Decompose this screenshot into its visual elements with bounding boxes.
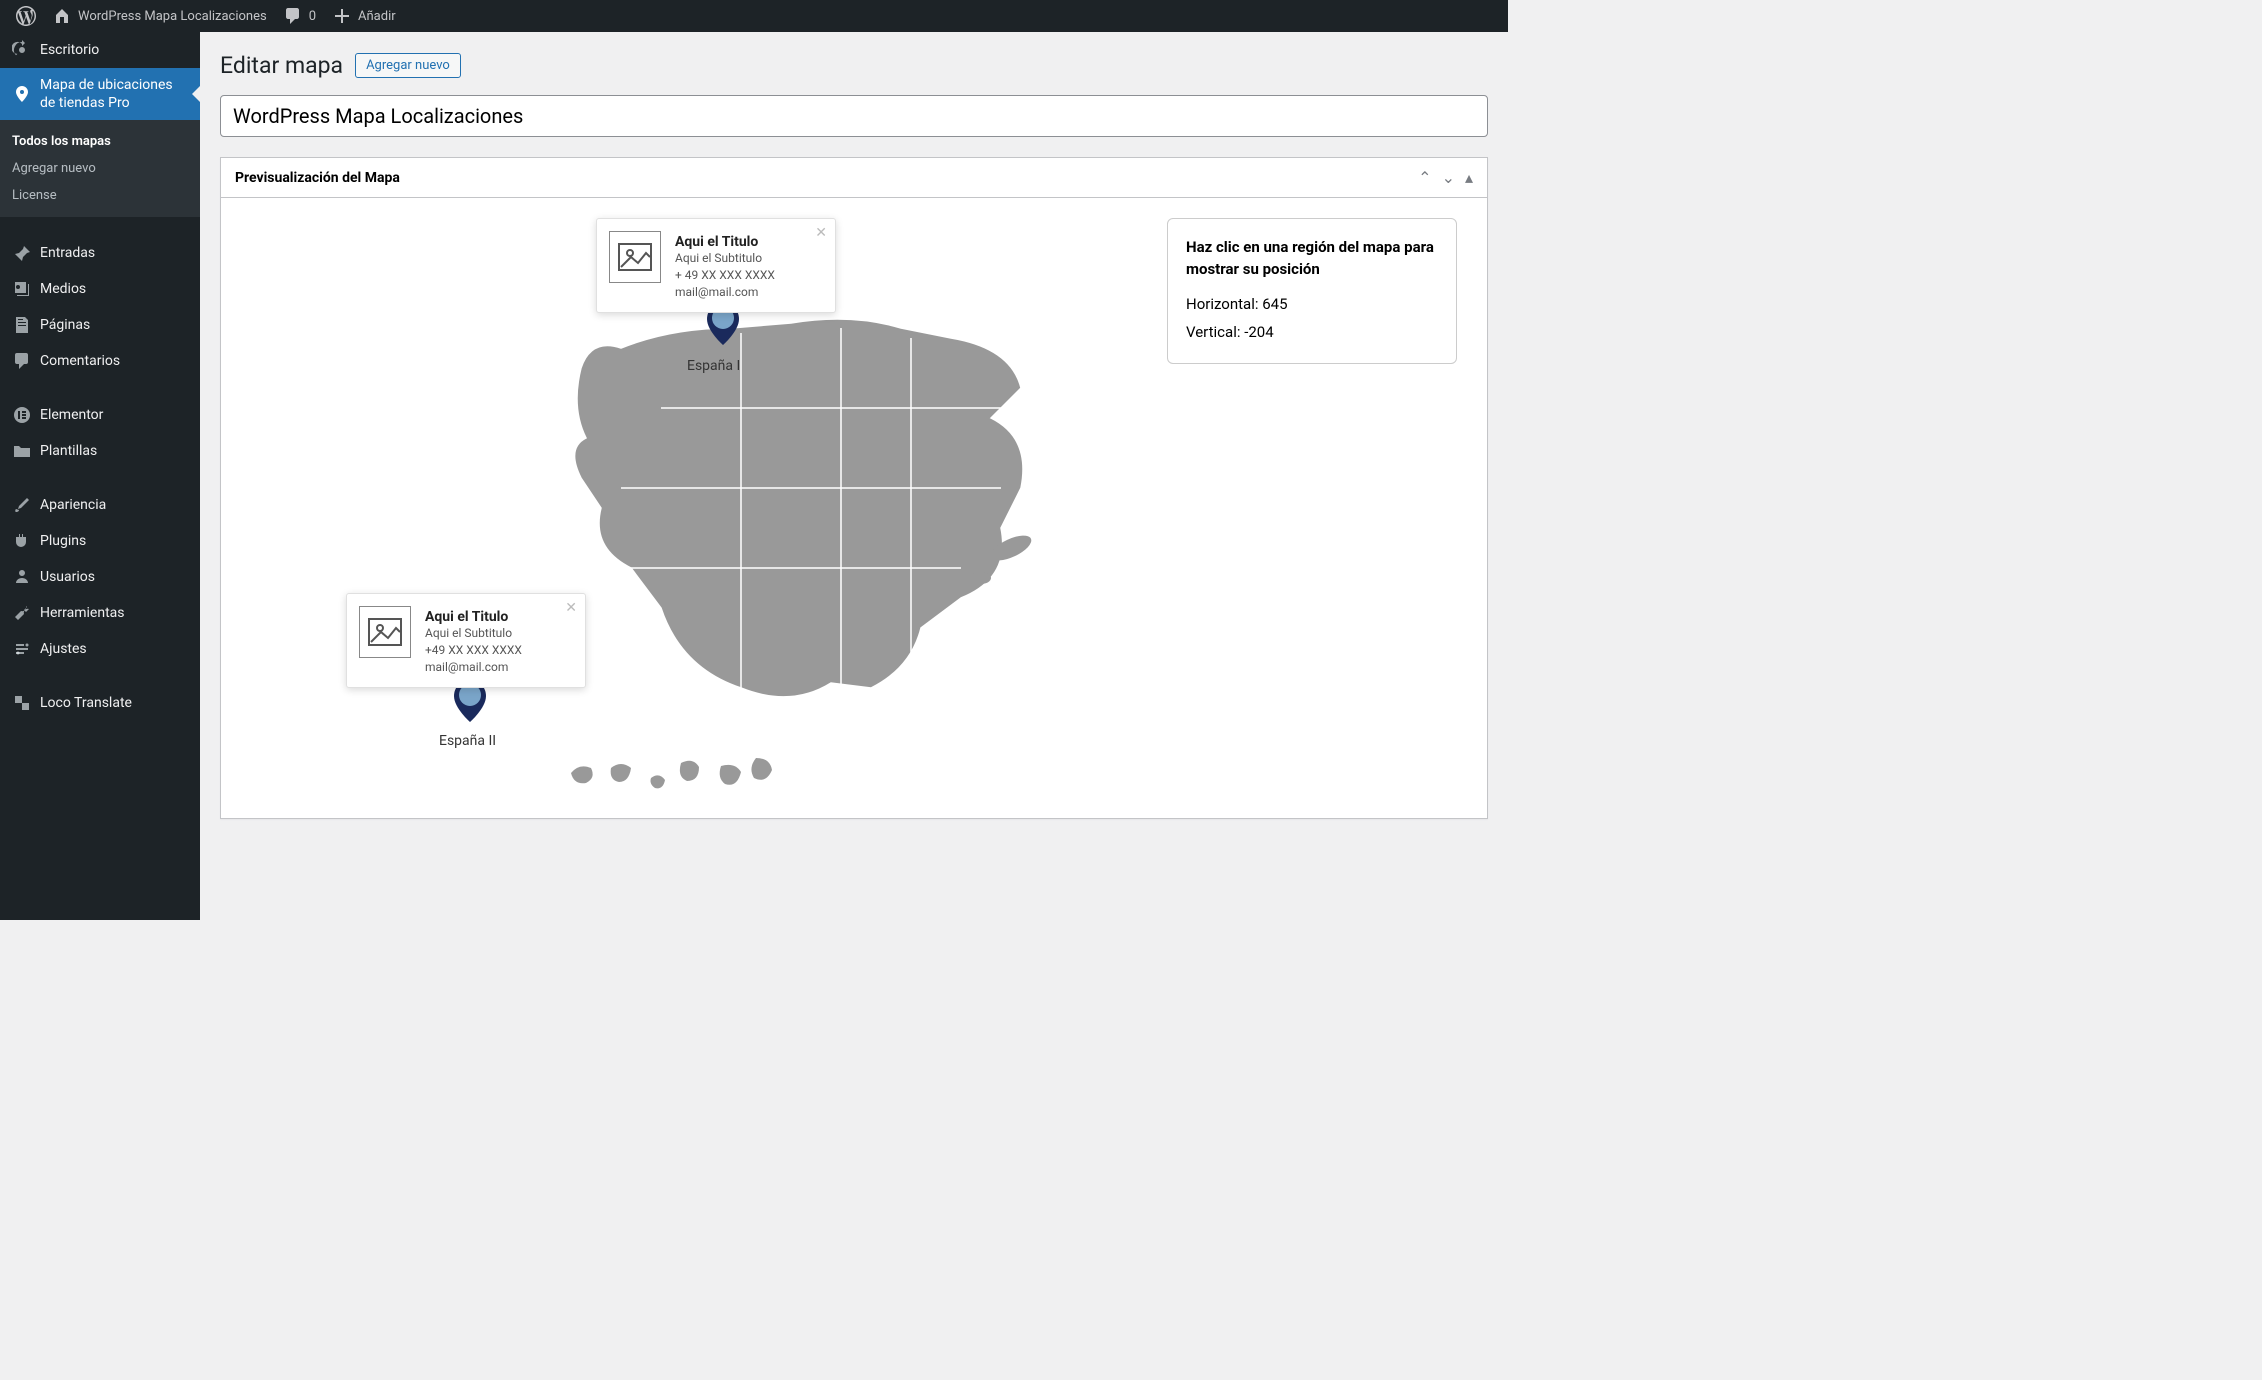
sidebar-item-label: Apariencia xyxy=(40,497,106,513)
location-icon xyxy=(12,84,32,104)
map-spain xyxy=(561,288,1041,728)
brush-icon xyxy=(12,495,32,515)
wp-logo[interactable] xyxy=(8,6,44,26)
sidebar-item-posts[interactable]: Entradas xyxy=(0,235,200,271)
elementor-icon xyxy=(12,405,32,425)
infobox-horizontal: Horizontal: 645 xyxy=(1186,295,1438,313)
close-icon[interactable]: ✕ xyxy=(565,600,577,616)
image-placeholder-icon xyxy=(359,606,411,658)
sidebar-item-label: Escritorio xyxy=(40,42,99,58)
add-new-link[interactable]: Añadir xyxy=(324,6,404,26)
sidebar-item-users[interactable]: Usuarios xyxy=(0,559,200,595)
add-new-label: Añadir xyxy=(358,9,396,24)
plus-icon xyxy=(332,6,352,26)
sidebar-item-plugins[interactable]: Plugins xyxy=(0,523,200,559)
folder-icon xyxy=(12,441,32,461)
sidebar-item-label: Páginas xyxy=(40,317,90,333)
popup-title: Aqui el Titulo xyxy=(425,609,508,625)
sidebar-item-tools[interactable]: Herramientas xyxy=(0,595,200,631)
wrench-icon xyxy=(12,603,32,623)
sidebar-item-label: Herramientas xyxy=(40,605,125,621)
map-canary xyxy=(561,738,781,808)
popup-phone: + 49 XX XXX XXXX xyxy=(675,267,775,284)
site-name: WordPress Mapa Localizaciones xyxy=(78,9,267,24)
preview-postbox: Previsualización del Mapa ⌃ ⌄ ▴ xyxy=(220,157,1488,819)
page-heading: Editar mapa xyxy=(220,52,343,79)
sidebar-item-label: Elementor xyxy=(40,407,103,423)
marker-label: España I xyxy=(687,358,740,374)
sidebar-item-settings[interactable]: Ajustes xyxy=(0,631,200,667)
sidebar-item-label: Plugins xyxy=(40,533,86,549)
marker-label: España II xyxy=(439,733,496,749)
pin-icon xyxy=(12,243,32,263)
popup-subtitle: Aqui el Subtitulo xyxy=(675,250,775,267)
infobox-instruction: Haz clic en una región del mapa para mos… xyxy=(1186,237,1438,281)
sidebar-submenu: Todos los mapas Agregar nuevo License xyxy=(0,120,200,217)
plugin-icon xyxy=(12,531,32,551)
postbox-title: Previsualización del Mapa xyxy=(235,170,400,186)
popup-phone: +49 XX XXX XXXX xyxy=(425,642,522,659)
close-icon[interactable]: ✕ xyxy=(815,225,827,241)
map-canvas[interactable]: España I España II ✕ Aqui el Titulo Aqui… xyxy=(221,198,1487,818)
dashboard-icon xyxy=(12,40,32,60)
content-area: Editar mapa Agregar nuevo Previsualizaci… xyxy=(200,32,1508,920)
sidebar-item-elementor[interactable]: Elementor xyxy=(0,397,200,433)
sidebar-item-loco[interactable]: Loco Translate xyxy=(0,685,200,721)
popup-email: mail@mail.com xyxy=(675,284,775,301)
admin-sidebar: Escritorio Mapa de ubicaciones de tienda… xyxy=(0,32,200,920)
comments-icon xyxy=(12,351,32,371)
sidebar-item-label: Loco Translate xyxy=(40,695,132,711)
sidebar-item-dashboard[interactable]: Escritorio xyxy=(0,32,200,68)
move-down-icon[interactable]: ⌄ xyxy=(1442,168,1455,187)
page-icon xyxy=(12,315,32,335)
home-icon xyxy=(52,6,72,26)
sidebar-item-label: Medios xyxy=(40,281,86,297)
wordpress-icon xyxy=(16,6,36,26)
infobox-vertical: Vertical: -204 xyxy=(1186,323,1438,341)
sidebar-item-label: Ajustes xyxy=(40,641,87,657)
add-new-button[interactable]: Agregar nuevo xyxy=(355,53,461,78)
move-up-icon[interactable]: ⌃ xyxy=(1418,168,1431,187)
location-popup: ✕ Aqui el Titulo Aqui el Subtitulo +49 X… xyxy=(346,593,586,688)
submenu-license[interactable]: License xyxy=(0,182,200,209)
admin-bar: WordPress Mapa Localizaciones 0 Añadir xyxy=(0,0,1508,32)
comments-link[interactable]: 0 xyxy=(275,6,324,26)
user-icon xyxy=(12,567,32,587)
sidebar-item-map-plugin[interactable]: Mapa de ubicaciones de tiendas Pro xyxy=(0,68,200,120)
sidebar-item-label: Usuarios xyxy=(40,569,95,585)
title-input[interactable] xyxy=(220,95,1488,137)
image-placeholder-icon xyxy=(609,231,661,283)
translate-icon xyxy=(12,693,32,713)
submenu-add-new[interactable]: Agregar nuevo xyxy=(0,155,200,182)
site-link[interactable]: WordPress Mapa Localizaciones xyxy=(44,6,275,26)
sidebar-item-label: Comentarios xyxy=(40,353,120,369)
comments-count: 0 xyxy=(309,9,316,24)
settings-icon xyxy=(12,639,32,659)
sidebar-item-label: Entradas xyxy=(40,245,95,261)
sidebar-item-label: Mapa de ubicaciones de tiendas Pro xyxy=(40,76,188,112)
sidebar-item-comments[interactable]: Comentarios xyxy=(0,343,200,379)
position-infobox: Haz clic en una región del mapa para mos… xyxy=(1167,218,1457,364)
comment-icon xyxy=(283,6,303,26)
sidebar-item-appearance[interactable]: Apariencia xyxy=(0,487,200,523)
popup-title: Aqui el Titulo xyxy=(675,234,758,250)
media-icon xyxy=(12,279,32,299)
submenu-all-maps[interactable]: Todos los mapas xyxy=(0,128,200,155)
sidebar-item-media[interactable]: Medios xyxy=(0,271,200,307)
toggle-icon[interactable]: ▴ xyxy=(1465,168,1473,187)
popup-subtitle: Aqui el Subtitulo xyxy=(425,625,522,642)
sidebar-item-templates[interactable]: Plantillas xyxy=(0,433,200,469)
sidebar-item-label: Plantillas xyxy=(40,443,97,459)
popup-email: mail@mail.com xyxy=(425,659,522,676)
location-popup: ✕ Aqui el Titulo Aqui el Subtitulo + 49 … xyxy=(596,218,836,313)
sidebar-item-pages[interactable]: Páginas xyxy=(0,307,200,343)
